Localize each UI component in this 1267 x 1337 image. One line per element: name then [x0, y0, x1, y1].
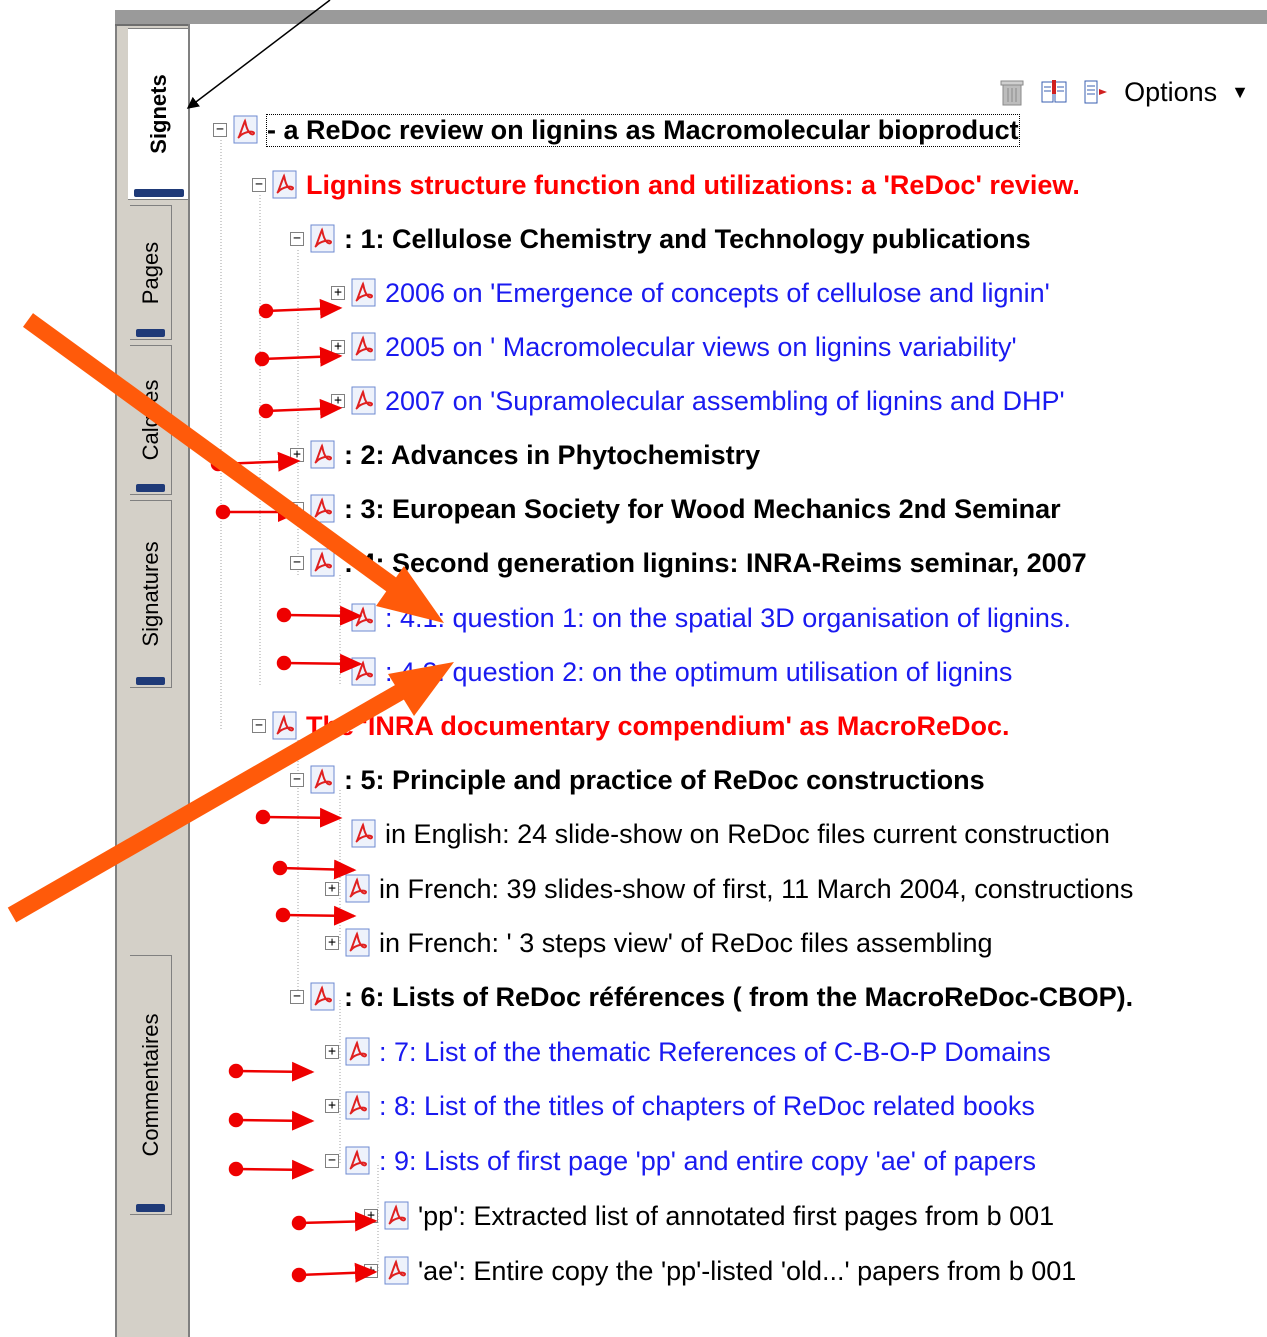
- pointer-arrow: [186, 0, 331, 109]
- red-arrow: [228, 1061, 315, 1082]
- red-arrow: [255, 807, 343, 828]
- orange-arrow: [7, 662, 454, 923]
- red-arrow: [254, 346, 343, 367]
- red-arrow: [291, 1211, 378, 1232]
- red-arrow: [291, 1262, 378, 1283]
- red-arrow: [258, 298, 343, 319]
- red-arrow: [275, 905, 357, 926]
- red-arrow: [272, 859, 357, 880]
- red-arrow: [276, 653, 363, 674]
- red-arrow: [228, 1159, 315, 1180]
- orange-arrow: [22, 313, 444, 623]
- red-arrow: [228, 1110, 315, 1131]
- annotation-overlay: [7, 0, 454, 1283]
- red-arrow: [258, 398, 343, 419]
- red-arrow: [276, 605, 363, 626]
